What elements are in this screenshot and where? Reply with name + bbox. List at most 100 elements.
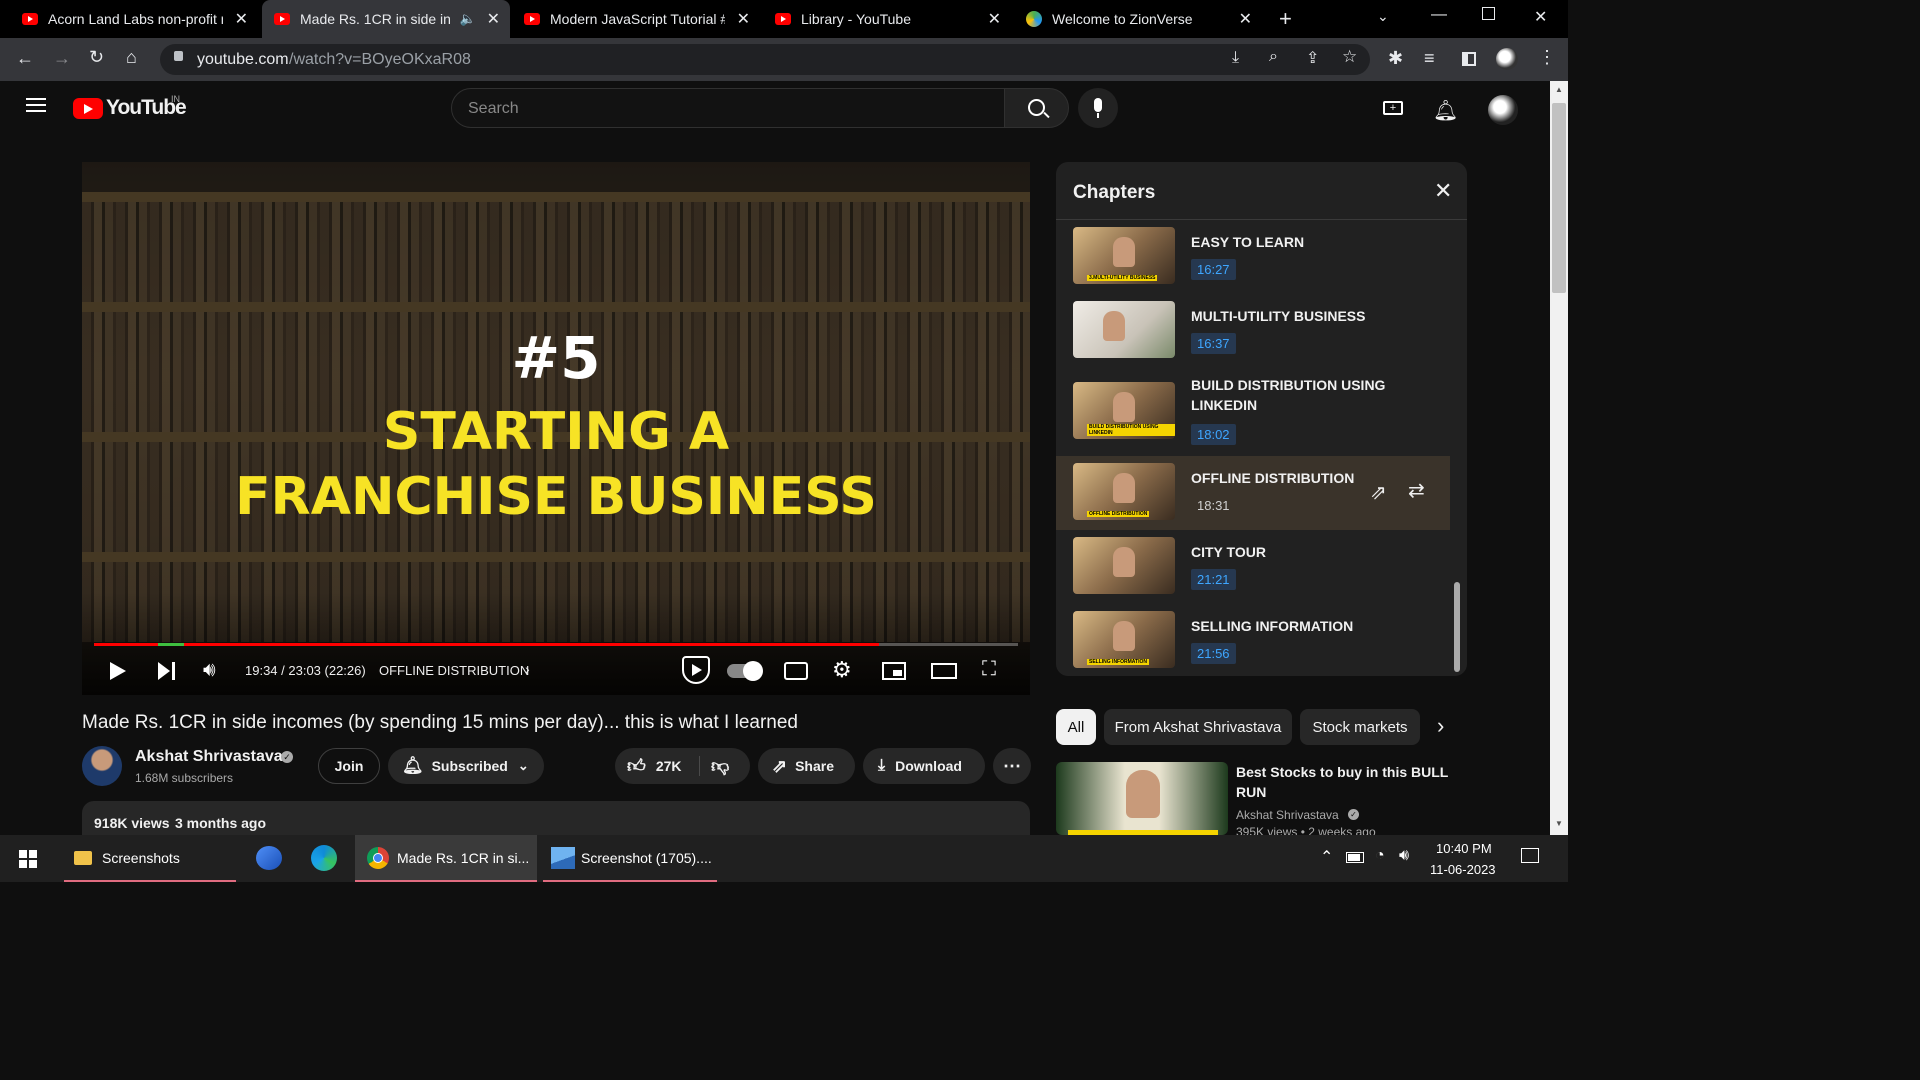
miniplayer-icon[interactable] [882, 662, 906, 680]
chapter-timestamp[interactable]: 21:21 [1191, 569, 1236, 590]
chapter-item[interactable]: BUILD DISTRIBUTION USING LINKEDIN BUILD … [1056, 372, 1450, 462]
zoom-icon[interactable]: ⌕ [1269, 48, 1278, 66]
side-panel-icon[interactable] [1462, 52, 1476, 66]
clock-date[interactable]: 11-06-2023 [1430, 862, 1496, 877]
address-bar[interactable]: youtube.com /watch?v=BOyeOKxaR08 ⤓ ⌕ ⇪ ☆ [160, 44, 1370, 75]
close-chapters-icon[interactable]: ✕ [1434, 178, 1452, 204]
chapter-item[interactable]: SELLING INFORMATION SELLING INFORMATION … [1056, 604, 1450, 676]
filter-chip-from-channel[interactable]: From Akshat Shrivastava [1104, 709, 1292, 745]
chapters-scrollbar[interactable] [1454, 582, 1460, 672]
close-tab-icon[interactable]: ✕ [1239, 9, 1252, 29]
recommended-channel[interactable]: Akshat Shrivastava [1236, 808, 1339, 822]
chapter-loop-icon[interactable]: ⇄ [1408, 478, 1425, 503]
browser-menu-icon[interactable]: ⋮ [1538, 47, 1556, 68]
chapter-timestamp[interactable]: 16:27 [1191, 259, 1236, 280]
tab-audio-icon[interactable]: 🔈 [460, 11, 476, 27]
scroll-up-arrow-icon[interactable]: ▲ [1555, 85, 1563, 94]
like-icon[interactable]: 👍︎ [627, 755, 646, 777]
video-player[interactable]: #5 STARTING A FRANCHISE BUSINESS 🔊︎ 19:3… [82, 162, 1030, 695]
chapter-timestamp[interactable]: 21:56 [1191, 643, 1236, 664]
recommended-thumbnail[interactable] [1056, 762, 1228, 835]
clock-time[interactable]: 10:40 PM [1436, 841, 1492, 856]
chapter-timestamp[interactable]: 18:02 [1191, 424, 1236, 445]
chapter-item-active[interactable]: OFFLINE DISTRIBUTION OFFLINE DISTRIBUTIO… [1056, 456, 1450, 530]
chapter-share-icon[interactable]: ⇗ [1370, 480, 1387, 505]
chapter-item[interactable]: 3.MULTI-UTILITY BUSINESS EASY TO LEARN 1… [1056, 224, 1450, 298]
more-actions-icon[interactable]: ⋯ [993, 748, 1031, 784]
close-tab-icon[interactable]: ✕ [737, 9, 750, 29]
fullscreen-icon[interactable]: ⛶ [982, 658, 996, 681]
filter-chip-all[interactable]: All [1056, 709, 1096, 745]
volume-icon[interactable]: 🔊︎ [203, 659, 216, 682]
account-avatar[interactable] [1488, 95, 1518, 125]
play-icon[interactable] [110, 662, 126, 680]
home-icon[interactable]: ⌂ [126, 47, 137, 68]
share-button[interactable]: ⇗ Share [758, 748, 855, 784]
close-tab-icon[interactable]: ✕ [235, 9, 248, 29]
taskbar-photos-window[interactable]: Screenshot (1705).... [543, 835, 717, 882]
tab-library-youtube[interactable]: Library - YouTube ✕ [775, 0, 1011, 38]
page-scrollbar-thumb[interactable] [1552, 103, 1566, 293]
chapter-timestamp[interactable]: 18:31 [1191, 495, 1236, 516]
sponsor-shield-icon[interactable] [682, 656, 710, 684]
chapter-timestamp[interactable]: 16:37 [1191, 333, 1236, 354]
minimize-icon[interactable]: — [1431, 6, 1447, 24]
tab-modern-javascript[interactable]: Modern JavaScript Tutorial # ✕ [524, 0, 760, 38]
download-button[interactable]: ⤓ Download [863, 748, 985, 784]
new-tab-icon[interactable]: + [1279, 6, 1292, 32]
scroll-down-arrow-icon[interactable]: ▼ [1555, 819, 1563, 828]
chapter-item[interactable]: MULTI-UTILITY BUSINESS 16:37 [1056, 298, 1450, 372]
chapter-chevron-icon[interactable]: › [525, 661, 530, 677]
next-video-icon[interactable] [158, 662, 170, 680]
recommended-title-line1[interactable]: Best Stocks to buy in this BULL [1236, 764, 1448, 780]
tab-acorn-land-labs[interactable]: Acorn Land Labs non-profit n ✕ [22, 0, 258, 38]
chapter-item[interactable]: CITY TOUR 21:21 [1056, 530, 1450, 604]
share-page-icon[interactable]: ⇪ [1306, 48, 1319, 68]
tab-zionverse[interactable]: Welcome to ZionVerse ✕ [1026, 0, 1262, 38]
autoplay-toggle[interactable] [727, 661, 763, 681]
install-app-icon[interactable]: ⤓ [1232, 49, 1239, 67]
tab-made-rs-1cr[interactable]: Made Rs. 1CR in side inco 🔈 ✕ [262, 0, 510, 38]
subscribed-button[interactable]: 🔔︎ Subscribed ⌄ [388, 748, 544, 784]
join-button[interactable]: Join [318, 748, 380, 784]
forward-icon[interactable]: → [53, 48, 71, 69]
youtube-logo[interactable]: YouTube [73, 96, 187, 120]
tab-search-chevron-icon[interactable]: ⌄ [1377, 8, 1389, 25]
notifications-bell-icon[interactable]: 🔔︎ [1433, 98, 1458, 123]
settings-gear-icon[interactable]: ⚙ [832, 657, 852, 683]
wifi-icon[interactable]: ◔ [1375, 847, 1385, 865]
speaker-icon[interactable]: 🔊︎ [1399, 847, 1409, 865]
search-button[interactable] [1004, 88, 1069, 128]
filters-next-chevron-icon[interactable]: › [1437, 713, 1444, 739]
close-tab-icon[interactable]: ✕ [988, 9, 1001, 29]
battery-icon[interactable] [1346, 852, 1364, 863]
channel-avatar[interactable] [82, 746, 122, 786]
search-box[interactable]: Search [451, 88, 1005, 128]
restore-icon[interactable] [1482, 7, 1495, 20]
hamburger-menu-icon[interactable] [26, 98, 46, 112]
channel-name[interactable]: Akshat Shrivastava [135, 748, 283, 766]
tray-overflow-chevron-icon[interactable]: ⌃ [1320, 847, 1333, 867]
current-chapter-label[interactable]: OFFLINE DISTRIBUTION [379, 663, 529, 678]
create-video-icon[interactable]: + [1383, 101, 1403, 115]
windows-start-icon[interactable] [19, 850, 37, 868]
media-control-icon[interactable]: ≡ [1424, 48, 1435, 69]
search-input[interactable]: Search [468, 100, 519, 118]
mail-app-icon[interactable] [256, 846, 282, 870]
dislike-icon[interactable]: 👎︎ [711, 755, 729, 777]
filter-chip-stock-markets[interactable]: Stock markets [1300, 709, 1420, 745]
progress-bar[interactable] [94, 643, 1018, 646]
theater-mode-icon[interactable] [931, 663, 957, 679]
like-count[interactable]: 27K [656, 758, 682, 774]
close-tab-icon[interactable]: ✕ [487, 9, 500, 29]
edge-browser-icon[interactable] [311, 845, 337, 871]
profile-avatar[interactable] [1496, 48, 1518, 70]
taskbar-file-explorer[interactable]: Screenshots [64, 835, 236, 882]
close-window-icon[interactable]: ✕ [1534, 7, 1547, 27]
notification-center-icon[interactable] [1521, 848, 1539, 863]
subtitles-icon[interactable] [784, 662, 808, 680]
bookmark-star-icon[interactable]: ☆ [1342, 47, 1357, 67]
voice-search-button[interactable] [1078, 88, 1118, 128]
taskbar-chrome-window[interactable]: Made Rs. 1CR in si... [355, 835, 537, 882]
recommended-title-line2[interactable]: RUN [1236, 784, 1266, 800]
